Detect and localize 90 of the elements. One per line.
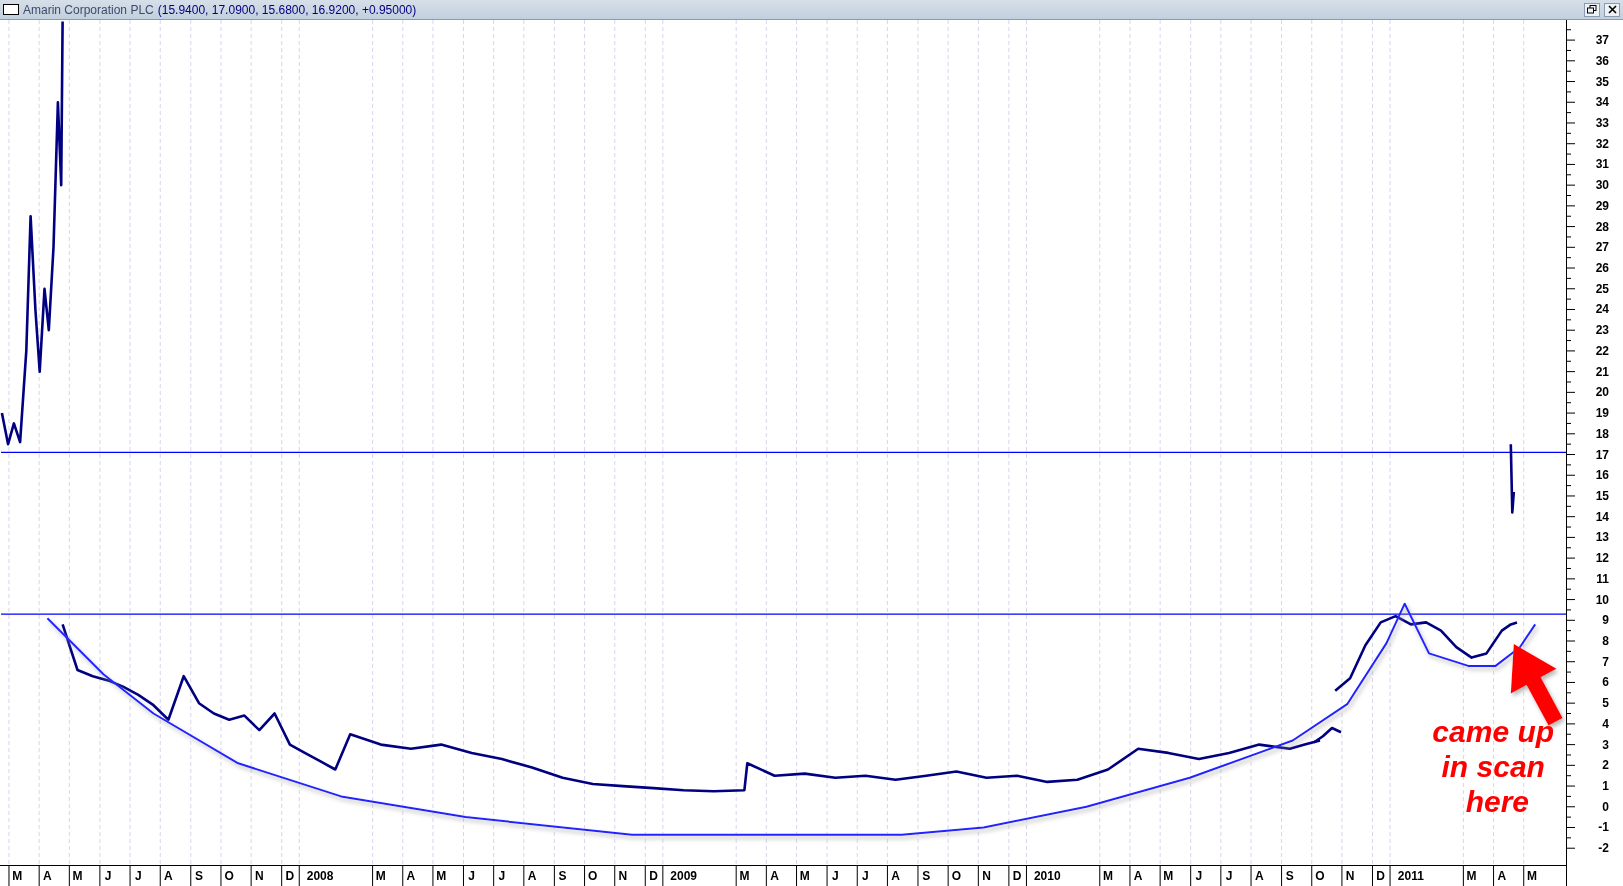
x-axis-label: A	[1254, 869, 1264, 883]
y-axis-label: 27	[1595, 240, 1609, 255]
x-axis-label: S	[194, 869, 203, 883]
x-axis-label: D	[1012, 869, 1022, 883]
x-axis-label: A	[1497, 869, 1507, 883]
y-axis-label: -2	[1598, 841, 1609, 856]
x-axis-label: D	[285, 869, 295, 883]
x-axis-label: A	[527, 869, 537, 883]
y-axis-label: 13	[1595, 530, 1609, 545]
y-axis-label: 11	[1596, 571, 1609, 586]
x-axis-label: N	[618, 869, 628, 883]
quote-values: (15.9400, 17.0900, 15.6800, 16.9200, +0.95000)	[157, 2, 417, 17]
x-axis-label: S	[922, 869, 931, 883]
x-axis-label: S	[558, 869, 567, 883]
y-axis-label: 15	[1595, 488, 1609, 503]
y-axis-label: 30	[1595, 178, 1609, 193]
x-axis-label: A	[164, 869, 173, 883]
y-axis-label: 1	[1602, 779, 1609, 794]
y-axis-label: 20	[1595, 385, 1609, 400]
x-axis-label: D	[649, 869, 658, 883]
x-axis-label: J	[1225, 869, 1233, 883]
window-title: Amarin Corporation PLC	[23, 2, 154, 17]
x-axis-label: M	[12, 869, 23, 883]
x-axis-label: M	[1526, 869, 1537, 883]
y-axis-label: 32	[1595, 136, 1609, 151]
y-axis-label: 33	[1595, 116, 1609, 130]
y-axis-label: 18	[1595, 426, 1609, 441]
y-axis-label: 23	[1595, 323, 1609, 338]
x-axis-label: 2009	[670, 869, 697, 883]
y-axis-label: 34	[1595, 95, 1609, 110]
y-axis-label: 7	[1602, 654, 1609, 669]
y-axis-label: 22	[1595, 343, 1609, 358]
x-axis-label: O	[224, 869, 234, 883]
x-axis-label: A	[770, 869, 779, 883]
x-axis-label: M	[1466, 869, 1477, 883]
x-axis-label: A	[406, 869, 416, 883]
y-axis-label: 21	[1595, 364, 1609, 379]
y-axis-label: 12	[1595, 551, 1609, 566]
x-axis-label: M	[436, 869, 447, 883]
x-axis-label: D	[1376, 869, 1385, 883]
x-axis-label: M	[72, 869, 83, 883]
x-axis-label: M	[375, 869, 386, 883]
x-axis-label: J	[134, 869, 142, 883]
x-axis-label: J	[1195, 869, 1203, 883]
y-axis-label: 24	[1595, 302, 1609, 317]
y-axis-label: 3	[1602, 737, 1609, 752]
x-axis-label: J	[498, 869, 506, 883]
x-axis-label: N	[255, 869, 264, 883]
y-axis-label: 36	[1595, 53, 1609, 68]
y-axis-label: 35	[1595, 74, 1609, 89]
y-axis-label: 26	[1595, 261, 1609, 276]
x-axis-label: N	[1345, 869, 1355, 883]
y-axis-label: 2	[1602, 758, 1609, 773]
y-axis-label: 19	[1595, 406, 1609, 421]
y-axis-label: 25	[1595, 281, 1609, 296]
y-axis-label: 0	[1602, 799, 1609, 814]
y-axis-label: 14	[1595, 509, 1609, 524]
x-axis-label: O	[1315, 869, 1325, 883]
x-axis-label: A	[1133, 869, 1143, 883]
x-axis-label: 2011	[1397, 869, 1424, 883]
x-axis-label: J	[468, 869, 475, 883]
y-axis-label: 4	[1602, 716, 1609, 731]
y-axis-label: 6	[1602, 675, 1609, 690]
y-axis-label: 10	[1595, 592, 1609, 607]
y-axis-label: 29	[1595, 198, 1609, 213]
x-axis-label: M	[1163, 869, 1174, 883]
y-axis-label: 5	[1602, 696, 1609, 711]
x-axis-label: 2010	[1033, 869, 1061, 883]
x-axis-label: O	[951, 869, 962, 883]
annotation-text: came up in scan here	[1432, 715, 1555, 819]
x-axis-label: N	[982, 869, 991, 883]
x-axis-label: S	[1285, 869, 1294, 883]
y-axis-label: 31	[1595, 157, 1609, 172]
y-axis-label: 28	[1595, 219, 1609, 234]
x-axis-label: M	[799, 869, 810, 883]
x-axis-label: 2008	[306, 869, 334, 883]
y-axis-label: 17	[1595, 447, 1609, 462]
x-axis-label: J	[831, 869, 839, 883]
x-axis-label: O	[588, 869, 598, 883]
x-axis-label: J	[862, 869, 869, 883]
x-axis-label: J	[104, 869, 112, 883]
x-axis-label: M	[1103, 869, 1113, 883]
x-axis-label: A	[891, 869, 900, 883]
y-axis-label: 9	[1602, 613, 1609, 628]
y-axis-label: 37	[1595, 33, 1609, 48]
y-axis-label: 8	[1602, 634, 1609, 648]
x-axis-label: A	[43, 869, 52, 883]
y-axis-label: -1	[1598, 820, 1609, 835]
x-axis-label: M	[739, 869, 750, 883]
y-axis-label: 16	[1595, 468, 1609, 483]
